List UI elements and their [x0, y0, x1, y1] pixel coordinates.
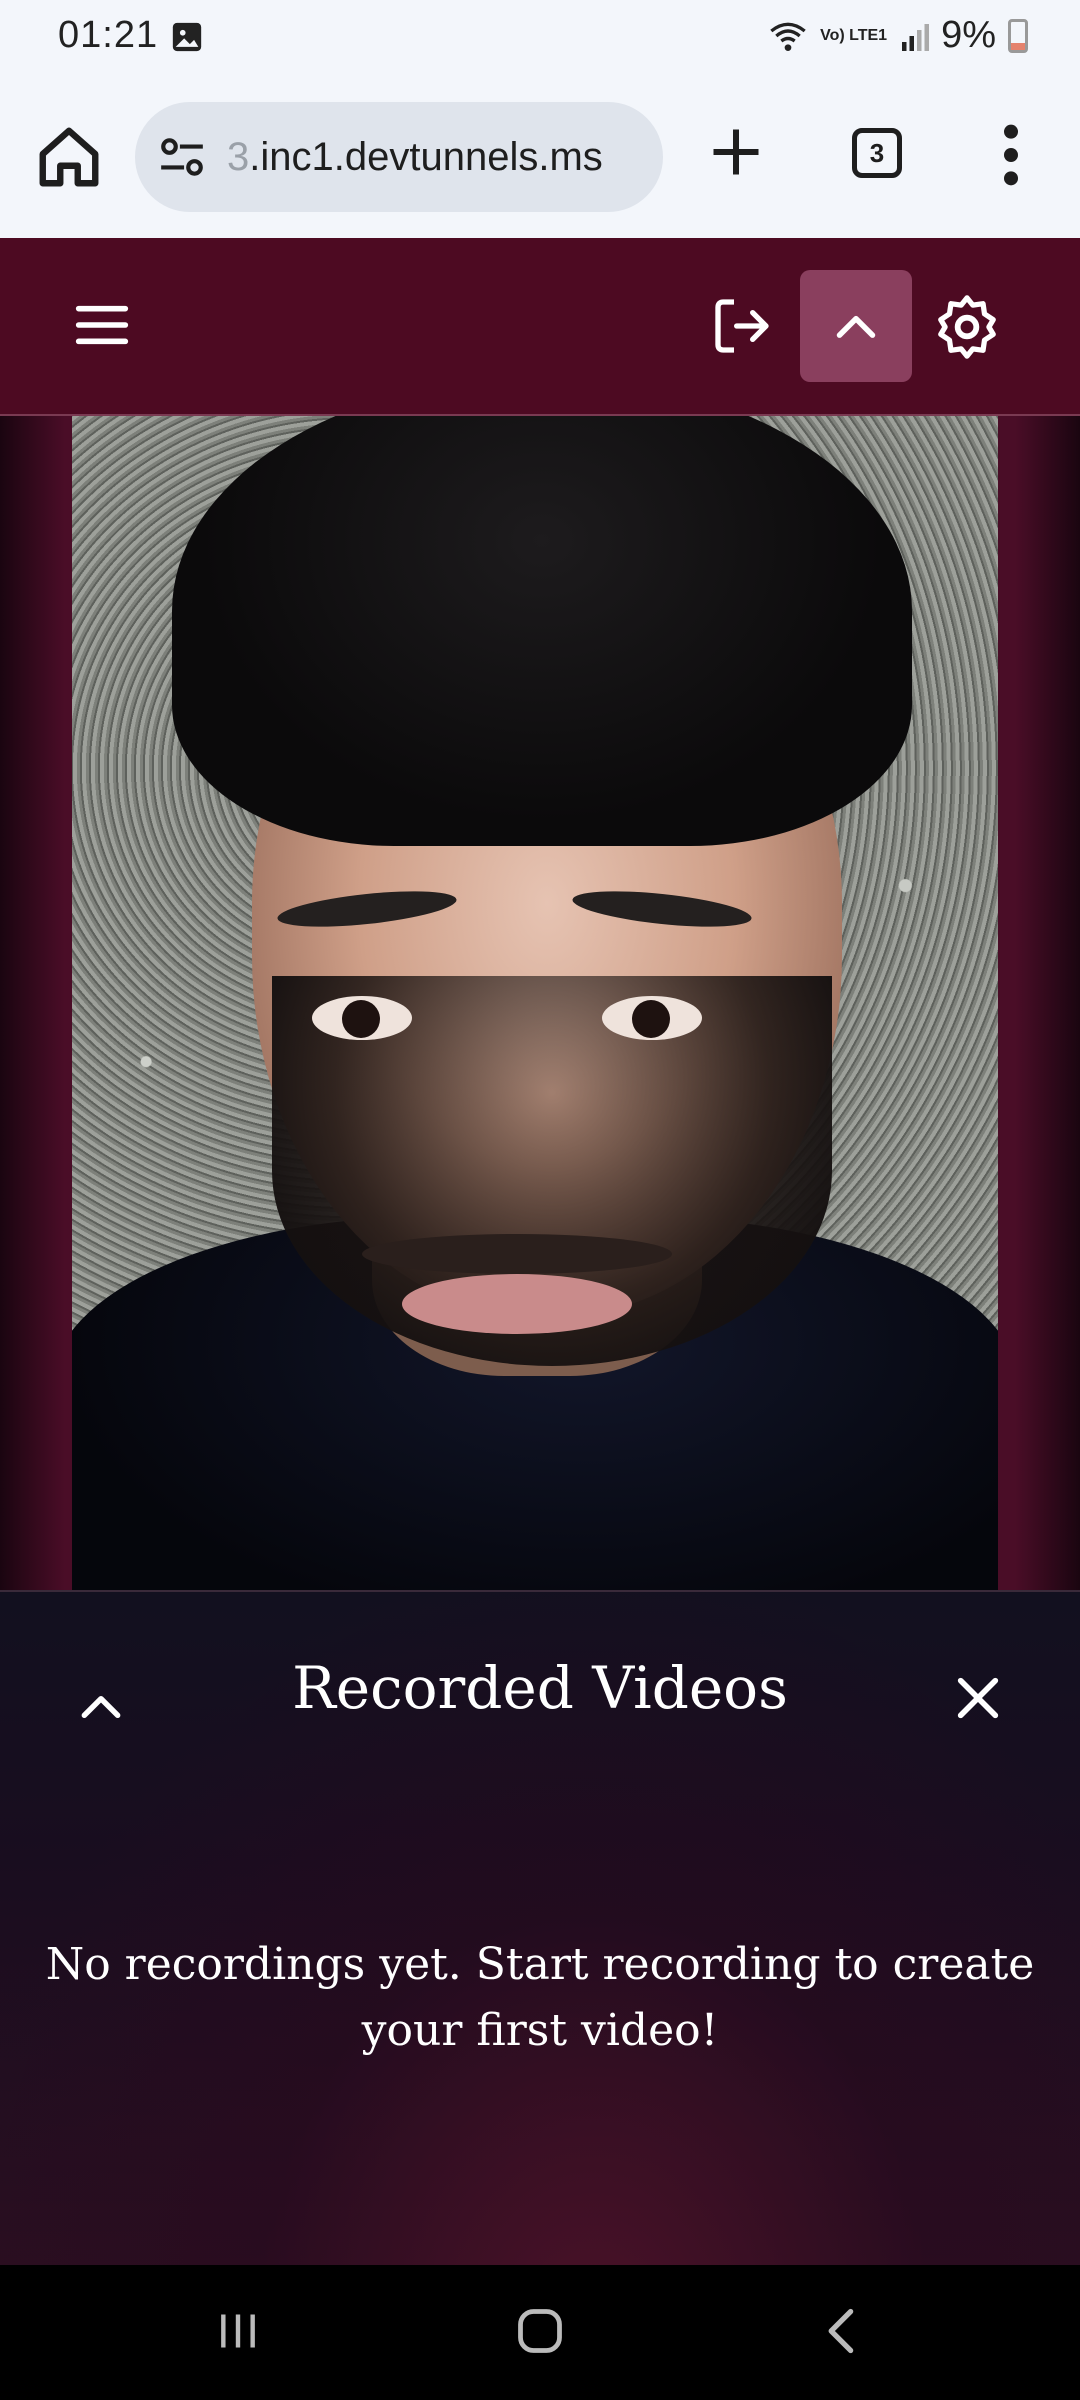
wifi-icon: [770, 22, 806, 51]
overflow-menu-icon[interactable]: [996, 120, 1026, 190]
system-nav-bar: [0, 2265, 1080, 2400]
tab-switcher-icon[interactable]: 3: [852, 128, 902, 178]
home-icon[interactable]: [514, 2305, 566, 2357]
signal-icon: [902, 23, 930, 51]
chevron-up-icon: [836, 315, 876, 338]
close-icon[interactable]: [952, 1672, 1004, 1724]
empty-state-message: No recordings yet. Start recording to cr…: [45, 1939, 1035, 2056]
url-host: .inc1.devtunnels.ms: [249, 134, 603, 179]
hamburger-menu-icon[interactable]: [74, 300, 130, 350]
address-bar[interactable]: 3.inc1.devtunnels.ms: [135, 102, 663, 212]
video-area: [0, 416, 1080, 1590]
person-hair: [172, 416, 912, 846]
recorded-videos-panel: Recorded Videos No recordings yet. Start…: [0, 1590, 1080, 2265]
app-header: [0, 238, 1080, 416]
status-time: 01:21: [58, 14, 159, 56]
url-text[interactable]: 3.inc1.devtunnels.ms: [227, 135, 647, 180]
back-icon[interactable]: [822, 2305, 862, 2357]
network-label: Vo) LTE1: [820, 27, 888, 44]
new-tab-icon[interactable]: [706, 122, 766, 182]
battery-icon: [1008, 18, 1028, 53]
status-bar: 01:21 Vo) LTE1 9%: [0, 0, 1080, 76]
recents-icon[interactable]: [216, 2309, 260, 2353]
browser-toolbar: 3.inc1.devtunnels.ms 3: [0, 76, 1080, 238]
logout-icon[interactable]: [708, 294, 776, 358]
image-icon: [172, 22, 202, 52]
mustache: [362, 1234, 672, 1274]
home-icon[interactable]: [34, 122, 104, 192]
collapse-header-button[interactable]: [800, 270, 912, 382]
status-indicators: Vo) LTE1 9%: [768, 14, 1028, 57]
left-eye: [312, 996, 412, 1040]
gear-icon[interactable]: [932, 292, 1002, 362]
url-prefix: 3: [227, 134, 250, 179]
battery-percent: 9%: [941, 14, 996, 56]
site-settings-icon[interactable]: [157, 132, 207, 182]
lips: [402, 1274, 632, 1334]
camera-feed[interactable]: [72, 416, 998, 1590]
right-eye: [602, 996, 702, 1040]
panel-title: Recorded Videos: [292, 1654, 788, 1722]
tab-count: 3: [869, 137, 885, 168]
